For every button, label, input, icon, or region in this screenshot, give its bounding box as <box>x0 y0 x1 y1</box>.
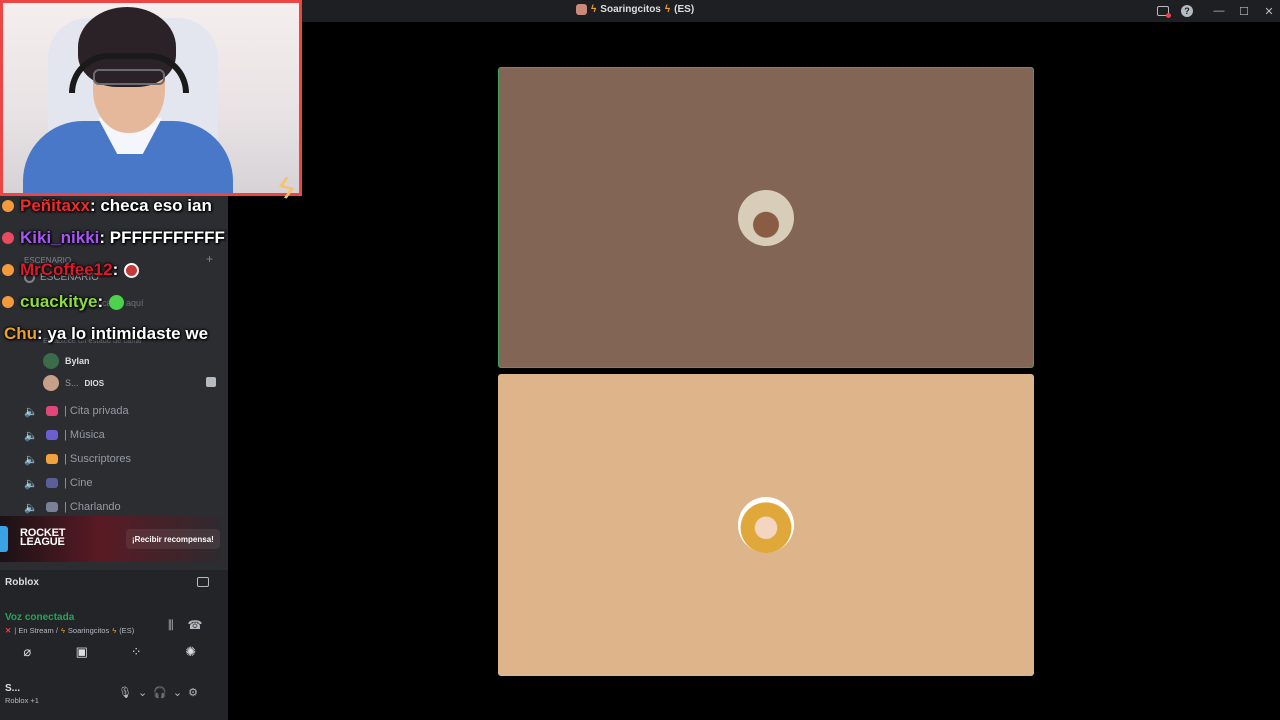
promo-banner: ROCKET LEAGUE ¡Recibir recompensa! <box>0 516 222 562</box>
channel-label: | Charlando <box>64 501 121 513</box>
close-icon[interactable]: ✕ <box>1258 0 1280 22</box>
music-icon <box>46 430 58 440</box>
chat-message: MrCoffee12 : <box>0 254 225 286</box>
chat-message: Kiki_nikki : PFFFFFFFFFF <box>0 222 225 254</box>
webcam-overlay <box>0 0 302 196</box>
speaker-avatar <box>738 497 794 553</box>
speaker-icon: 🔈 <box>24 477 38 490</box>
window-title-suffix: (ES) <box>674 4 695 15</box>
channel-label: | Música <box>64 429 105 441</box>
voice-actions: ⫼ ☎ <box>168 618 202 633</box>
headphones-icon[interactable]: 🎧 <box>153 686 167 699</box>
claim-reward-button[interactable]: ¡Recibir recompensa! <box>126 529 220 549</box>
channel-label: | Cine <box>64 477 93 489</box>
server-icon <box>576 4 587 15</box>
bolt-icon: ϟ <box>591 4 597 15</box>
webcam-glasses <box>93 69 165 85</box>
speaker-icon: 🔈 <box>24 429 38 442</box>
channel-cita-privada[interactable]: 🔈 | Cita privada <box>0 399 228 423</box>
bolt-icon: ϟ <box>60 626 65 635</box>
voice-member[interactable]: ByIan <box>43 353 90 369</box>
stage-speaker-tile[interactable] <box>498 67 1034 368</box>
sub-badge-icon <box>2 296 14 308</box>
chat-username: Kiki_nikki <box>20 228 100 247</box>
chevron-down-icon[interactable]: ⌄ <box>138 686 147 699</box>
channel-label: | Cita privada <box>64 405 129 417</box>
chat-text: : ya lo intimidaste we <box>37 324 209 343</box>
stream-chat-overlay: Peñitaxx : checa eso ian Kiki_nikki : PF… <box>0 190 225 350</box>
chat-username: cuackitye <box>20 292 98 311</box>
voice-server: Soaringcitos <box>67 626 110 635</box>
emote-icon <box>124 262 140 278</box>
speaker-icon: 🔈 <box>24 501 38 514</box>
channel-musica[interactable]: 🔈 | Música <box>0 423 228 447</box>
member-tag: DIOS <box>84 378 105 388</box>
member-name: S... <box>65 378 79 388</box>
activities-icon[interactable]: ⁘ <box>126 644 146 660</box>
chat-message: cuackitye : <box>0 286 225 318</box>
user-status: Roblox +1 <box>5 696 39 705</box>
voice-channels: 🔈 | Cita privada 🔈 | Música 🔈 | Suscript… <box>0 399 228 519</box>
speaker-avatar <box>738 189 794 246</box>
voice-member[interactable]: S... DIOS <box>43 375 104 391</box>
disconnect-icon[interactable]: ☎ <box>188 618 203 633</box>
sub-badge-icon <box>2 264 14 276</box>
voice-quick-actions: ⌀ ▣ ⁘ ✺ <box>0 644 228 660</box>
chat-username: MrCoffee12 <box>20 260 113 279</box>
cinema-icon <box>46 478 58 488</box>
maximize-icon[interactable]: ☐ <box>1233 0 1255 22</box>
bell-icon <box>46 454 58 464</box>
chat-icon <box>46 502 58 512</box>
channel-suscriptores[interactable]: 🔈 | Suscriptores <box>0 447 228 471</box>
inbox-icon[interactable] <box>1157 6 1171 18</box>
x-icon: ✕ <box>5 626 12 635</box>
heart-icon <box>46 406 58 416</box>
avatar <box>43 375 59 391</box>
voice-channel-prefix: | En Stream / <box>14 626 58 635</box>
window-title: ϟ Soaringcitos ϟ (ES) <box>576 4 694 15</box>
stage-speaker-tile[interactable] <box>498 374 1034 676</box>
minimize-icon[interactable]: — <box>1208 0 1230 22</box>
channel-cine[interactable]: 🔈 | Cine <box>0 471 228 495</box>
help-icon[interactable]: ? <box>1181 5 1193 17</box>
screen-share-icon[interactable]: ▣ <box>72 644 92 660</box>
gear-icon[interactable]: ⚙ <box>188 686 198 699</box>
camera-off-icon[interactable]: ⌀ <box>17 644 37 660</box>
chevron-down-icon[interactable]: ⌄ <box>173 686 182 699</box>
microphone-icon[interactable]: 🎙 <box>118 686 132 699</box>
chat-text: : PFFFFFFFFFF <box>99 228 225 247</box>
member-name: ByIan <box>65 356 90 366</box>
emote-icon <box>109 294 125 310</box>
window-controls: ? — ☐ ✕ <box>1154 0 1280 22</box>
chat-username: Peñitaxx <box>20 196 90 215</box>
voice-connected-label[interactable]: Voz conectada <box>5 612 74 623</box>
noise-suppression-icon[interactable]: ⫼ <box>168 618 174 633</box>
channel-label: | Suscriptores <box>64 453 132 465</box>
game-logo: ROCKET LEAGUE <box>20 527 66 548</box>
banner-edge <box>0 526 8 552</box>
speaker-icon: 🔈 <box>24 405 38 418</box>
bolt-icon: ϟ <box>664 4 671 15</box>
sub-badge-icon <box>2 232 14 244</box>
chat-message: Peñitaxx : checa eso ian <box>0 190 225 222</box>
chat-message: Chu : ya lo intimidaste we <box>0 318 225 350</box>
chat-text: : <box>97 292 104 311</box>
stream-icon[interactable] <box>206 377 216 387</box>
bolt-icon: ϟ <box>112 626 117 635</box>
avatar <box>43 353 59 369</box>
user-controls: 🎙 ⌄ 🎧 ⌄ ⚙ <box>118 686 198 699</box>
soundboard-icon[interactable]: ✺ <box>181 644 201 660</box>
voice-channel-path[interactable]: ✕ | En Stream / ϟ Soaringcitos ϟ (ES) <box>5 626 134 635</box>
speaker-icon: 🔈 <box>24 453 38 466</box>
activity-name[interactable]: Roblox <box>5 577 39 588</box>
user-name[interactable]: S... <box>5 683 20 694</box>
sub-badge-icon <box>2 200 14 212</box>
voice-suffix: (ES) <box>119 626 135 635</box>
chat-username: Chu <box>4 324 38 343</box>
screen-share-icon[interactable] <box>197 577 209 587</box>
window-title-text: Soaringcitos <box>600 4 661 15</box>
chat-text: : checa eso ian <box>89 196 212 215</box>
chat-text: : <box>112 260 119 279</box>
